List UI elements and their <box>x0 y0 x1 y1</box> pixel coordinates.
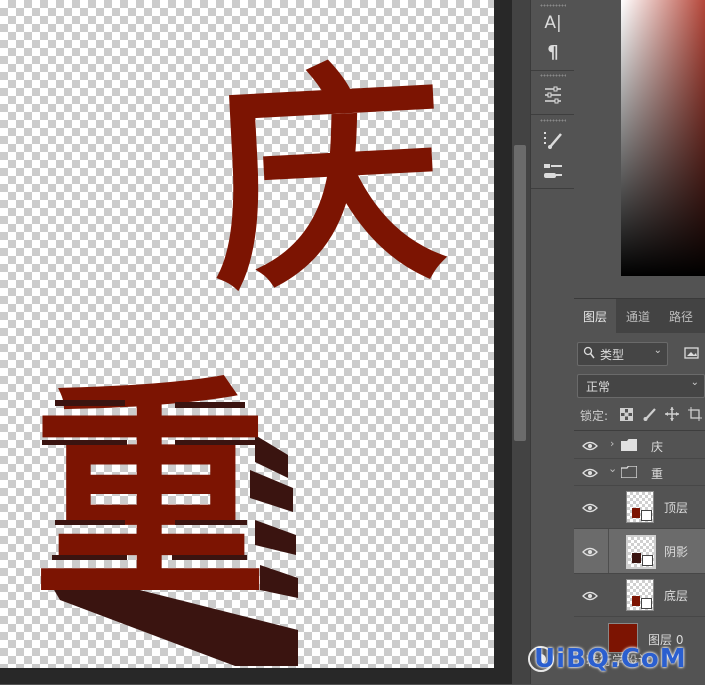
stripe <box>55 400 125 406</box>
blend-mode-select[interactable]: 正常 ⌄ <box>577 374 705 398</box>
character-panel-icon[interactable]: A| <box>537 8 569 38</box>
stripe <box>172 555 247 560</box>
layer-bottom[interactable]: 底层 <box>574 574 705 617</box>
lock-transparent-pixels-icon[interactable] <box>620 408 633 424</box>
document-canvas[interactable]: 庆 重 <box>0 0 494 668</box>
tab-channels[interactable]: 通道 <box>617 299 659 333</box>
watermark: 转行学设计 UiBQ.CoM <box>528 640 705 684</box>
layer-thumbnail <box>626 579 654 611</box>
canvas-pasteboard <box>494 0 512 684</box>
strip-grip[interactable] <box>540 4 566 7</box>
stripe <box>175 440 255 445</box>
strip-grip[interactable] <box>540 119 566 122</box>
layer-group-qing[interactable]: › 庆 <box>574 432 705 459</box>
visibility-eye-icon[interactable] <box>582 546 598 557</box>
stripe <box>175 520 247 525</box>
adjustments-icon[interactable] <box>537 80 569 110</box>
brush-settings-icon[interactable] <box>537 125 569 155</box>
chevron-down-icon: ⌄ <box>653 345 662 356</box>
glyph-zhong: 重 <box>33 358 268 631</box>
stripe <box>52 555 127 560</box>
panel-icon-strip: A| ¶ <box>530 0 575 684</box>
folder-icon <box>621 439 637 454</box>
chevron-down-icon[interactable]: ⌄ <box>608 462 617 475</box>
tab-layers[interactable]: 图层 <box>574 299 616 333</box>
lock-image-pixels-icon[interactable] <box>643 407 657 424</box>
strip-separator <box>531 114 574 115</box>
stripe <box>42 440 127 445</box>
layers-list-divider <box>574 430 705 431</box>
visibility-eye-icon[interactable] <box>582 590 598 601</box>
scrollbar-thumb[interactable] <box>514 145 526 441</box>
strip-separator <box>531 188 574 189</box>
canvas-pasteboard-bottom <box>0 668 512 684</box>
layer-thumbnail <box>626 491 654 523</box>
chevron-down-icon: ⌄ <box>690 377 699 388</box>
stripe <box>55 520 125 525</box>
artwork: 庆 重 <box>33 39 452 666</box>
visibility-eye-icon[interactable] <box>582 467 598 478</box>
search-icon <box>583 346 595 363</box>
layers-tabbar: 图层 通道 路径 <box>574 299 705 333</box>
color-picker-field[interactable] <box>621 0 705 276</box>
lock-position-icon[interactable] <box>665 407 679 424</box>
layer-thumbnail <box>626 535 656 569</box>
visibility-eye-icon[interactable] <box>582 502 598 513</box>
visibility-eye-icon[interactable] <box>582 440 598 451</box>
layer-filter-select[interactable]: 类型 ⌄ <box>577 342 668 366</box>
strip-grip[interactable] <box>540 74 566 77</box>
layer-shadow[interactable]: 阴影 <box>574 529 705 574</box>
clone-source-icon[interactable] <box>537 156 569 186</box>
tab-paths[interactable]: 路径 <box>660 299 702 333</box>
row-divider <box>608 529 609 573</box>
image-filter-icon[interactable] <box>684 346 700 360</box>
glyph-qing: 庆 <box>203 39 452 324</box>
layer-top[interactable]: 顶层 <box>574 486 705 529</box>
stripe <box>175 402 245 408</box>
strip-separator <box>531 70 574 71</box>
lock-artboard-icon[interactable] <box>688 407 702 424</box>
paragraph-panel-icon[interactable]: ¶ <box>537 37 569 67</box>
chevron-right-icon[interactable]: › <box>610 437 614 450</box>
folder-open-icon <box>620 465 638 481</box>
lock-row: 锁定: <box>580 406 705 424</box>
layer-group-zhong[interactable]: ⌄ 重 <box>574 459 705 486</box>
